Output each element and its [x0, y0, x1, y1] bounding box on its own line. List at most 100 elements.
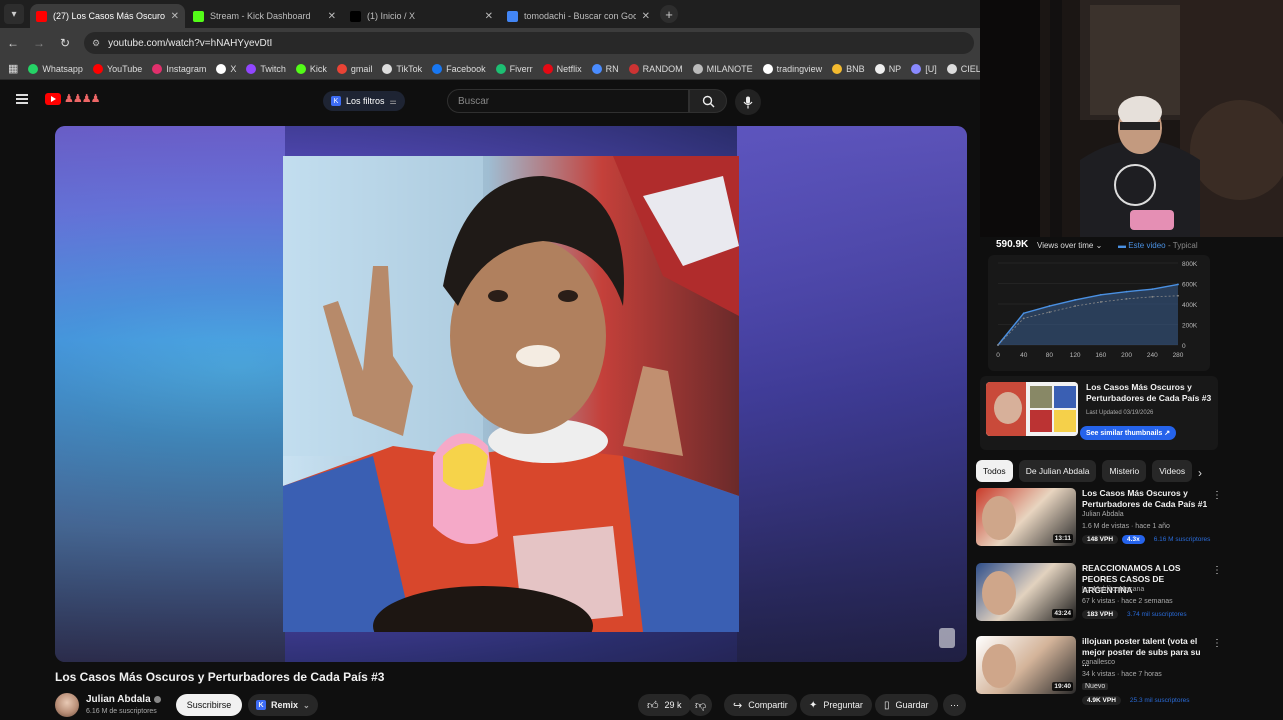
address-bar[interactable]: ⚙ youtube.com/watch?v=hNAHYyevDtI: [84, 32, 974, 54]
save-button[interactable]: ▯ Guardar: [875, 694, 938, 716]
remix-button[interactable]: K Remix ⌄: [248, 694, 318, 716]
views-dropdown[interactable]: Views over time ⌄: [1037, 241, 1102, 250]
chart-y-tick: 400K: [1182, 302, 1198, 309]
tab-close-icon[interactable]: ✕: [642, 11, 650, 22]
bookmark-label: Whatsapp: [42, 63, 83, 74]
browser-tab[interactable]: (27) Los Casos Más Oscuros y P ✕: [30, 4, 185, 28]
bookmark-item[interactable]: BNB: [832, 63, 865, 74]
thumbs-down-icon: 👎︎: [695, 699, 707, 712]
external-link-icon: ↗: [1164, 430, 1171, 437]
browser-tab[interactable]: Stream - Kick Dashboard ✕: [187, 4, 342, 28]
search-button[interactable]: [689, 89, 727, 113]
browser-tab[interactable]: (1) Inicio / X ✕: [344, 4, 499, 28]
recommended-title[interactable]: Los Casos Más Oscuros y Perturbadores de…: [1082, 488, 1208, 510]
bookmark-favicon-icon: [246, 63, 257, 74]
bookmark-item[interactable]: Instagram: [152, 63, 206, 74]
bookmark-label: MILANOTE: [706, 63, 753, 74]
more-vert-icon[interactable]: ⋮: [1212, 638, 1222, 649]
reload-icon[interactable]: ↻: [58, 36, 72, 50]
voice-search-button[interactable]: [735, 89, 761, 115]
dislike-button[interactable]: 👎︎: [689, 694, 713, 716]
recommended-meta: 67 k vistas · hace 2 semanas: [1082, 598, 1173, 605]
bookmark-item[interactable]: RANDOM: [628, 63, 683, 74]
recommended-video[interactable]: 13:11 Los Casos Más Oscuros y Perturbador…: [976, 488, 1276, 554]
sliders-icon: ⚌: [389, 96, 397, 106]
total-views: 590.9K: [996, 239, 1029, 250]
back-icon[interactable]: ←: [6, 36, 20, 50]
remix-label: Remix: [271, 700, 299, 710]
save-label: Guardar: [895, 700, 929, 710]
bookmark-item[interactable]: YouTube: [92, 63, 142, 74]
bookmark-item[interactable]: NP: [874, 63, 901, 74]
filter-chip[interactable]: De Julian Abdala: [1018, 460, 1097, 482]
new-tab-button[interactable]: +: [660, 5, 678, 23]
bookmark-item[interactable]: tradingview: [762, 63, 822, 74]
bookmark-item[interactable]: Netflix: [542, 63, 582, 74]
like-button[interactable]: 👍︎ 29 k: [638, 694, 691, 716]
tab-close-icon[interactable]: ✕: [171, 11, 179, 22]
bookmark-item[interactable]: Fiverr: [495, 63, 533, 74]
filters-button[interactable]: K Los filtros ⚌: [323, 91, 405, 111]
bookmark-item[interactable]: Kick: [295, 63, 327, 74]
bookmark-label: gmail: [350, 63, 373, 74]
chips-next-icon[interactable]: ›: [1198, 466, 1202, 480]
browser-tab[interactable]: tomodachi - Buscar con Google ✕: [501, 4, 656, 28]
channel-name[interactable]: Julian Abdala: [86, 694, 151, 705]
chart-x-tick: 0: [996, 352, 1000, 359]
bookmark-item[interactable]: Facebook: [432, 63, 486, 74]
bookmark-item[interactable]: Twitch: [246, 63, 286, 74]
recommended-video[interactable]: 19:40 illojuan poster talent (vota el mej…: [976, 636, 1276, 705]
video-thumbnail[interactable]: 13:11: [976, 488, 1076, 546]
channel-watermark-icon[interactable]: [939, 628, 955, 648]
youtube-logo-icon[interactable]: [45, 93, 61, 105]
channel-avatar[interactable]: [55, 693, 79, 717]
recommended-channel[interactable]: LosMalditosMacana: [1082, 586, 1144, 593]
subscriber-badge: 25.3 mil suscriptores: [1129, 697, 1190, 704]
recommended-video[interactable]: 43:24 REACCIONAMOS A LOS PEORES CASOS DE …: [976, 563, 1276, 629]
video-thumbnail[interactable]: 19:40: [976, 636, 1076, 694]
tab-close-icon[interactable]: ✕: [485, 11, 493, 22]
chart-area-this-video: [998, 284, 1178, 345]
chart-point: [1125, 290, 1128, 293]
tab-close-icon[interactable]: ✕: [328, 11, 336, 22]
more-actions-button[interactable]: ⋯: [943, 694, 966, 716]
menu-icon[interactable]: [16, 94, 28, 104]
more-vert-icon[interactable]: ⋮: [1212, 490, 1222, 501]
bookmark-label: X: [230, 63, 237, 74]
chart-point: [1151, 288, 1154, 291]
subscribe-button[interactable]: Suscribirse: [176, 694, 242, 716]
more-vert-icon[interactable]: ⋮: [1212, 565, 1222, 576]
ask-button[interactable]: ✦ Preguntar: [800, 694, 872, 716]
chevron-down-icon: ⌄: [303, 700, 310, 710]
bookmark-item[interactable]: Whatsapp: [28, 63, 83, 74]
bookmark-item[interactable]: gmail: [336, 63, 373, 74]
recommended-channel[interactable]: canallesco: [1082, 659, 1115, 666]
bookmark-item[interactable]: [U]: [911, 63, 937, 74]
bookmark-item[interactable]: TikTok: [382, 63, 422, 74]
see-similar-thumbnails-button[interactable]: See similar thumbnails ↗: [1080, 426, 1177, 440]
vph-stats: 148 VPH 4.3x 6.16 M suscriptores: [1082, 535, 1215, 544]
bookmark-item[interactable]: CIELO: [946, 63, 980, 74]
recommended-channel[interactable]: Julian Abdala: [1082, 511, 1124, 518]
legend-this-video[interactable]: ▬ Este video: [1118, 241, 1166, 250]
apps-grid-icon[interactable]: ▦: [8, 62, 18, 75]
video-thumbnail[interactable]: 43:24: [976, 563, 1076, 621]
channel-name-container[interactable]: Julian Abdala: [86, 694, 161, 705]
filter-chip[interactable]: Videos: [1152, 460, 1193, 482]
bookmark-item[interactable]: MILANOTE: [692, 63, 753, 74]
tab-search-icon[interactable]: ▾: [4, 4, 24, 24]
filter-chip[interactable]: Todos: [976, 460, 1013, 482]
legend-typical[interactable]: - Typical: [1168, 241, 1198, 250]
video-player[interactable]: [55, 126, 967, 662]
share-button[interactable]: ↪ Compartir: [724, 694, 797, 716]
screen: ▾ (27) Los Casos Más Oscuros y P✕Stream …: [0, 0, 1283, 720]
views-chart-svg: 800K 600K 400K 200K 0 0 40 80 120 160 200 240 280: [996, 261, 1198, 359]
forward-icon[interactable]: →: [32, 36, 46, 50]
filter-chip[interactable]: Misterio: [1102, 460, 1147, 482]
bookmark-item[interactable]: RN: [591, 63, 619, 74]
bookmark-item[interactable]: X: [216, 63, 237, 74]
site-info-icon[interactable]: ⚙: [92, 38, 100, 49]
subscriber-badge: 6.16 M suscriptores: [1153, 536, 1211, 543]
chart-y-tick: 600K: [1182, 282, 1198, 289]
search-input[interactable]: Buscar: [447, 89, 689, 113]
